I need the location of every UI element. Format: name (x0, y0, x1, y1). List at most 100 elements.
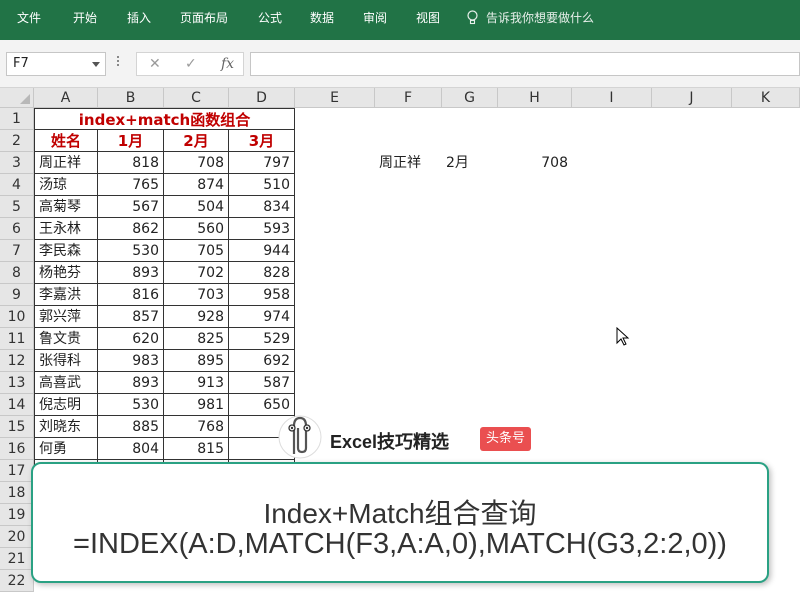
value-cell[interactable]: 560 (164, 218, 229, 240)
value-cell[interactable]: 895 (164, 350, 229, 372)
column-header-g[interactable]: G (442, 88, 498, 108)
name-cell[interactable]: 王永林 (34, 218, 98, 240)
column-header-h[interactable]: H (498, 88, 572, 108)
column-header-c[interactable]: C (164, 88, 229, 108)
lookup-name-cell[interactable]: 周正祥 (375, 152, 442, 174)
name-cell[interactable]: 高喜武 (34, 372, 98, 394)
name-cell[interactable]: 李民森 (34, 240, 98, 262)
column-header-k[interactable]: K (732, 88, 800, 108)
value-cell[interactable]: 874 (164, 174, 229, 196)
lookup-result-cell[interactable]: 708 (498, 152, 572, 174)
value-cell[interactable]: 944 (229, 240, 295, 262)
row-header-12[interactable]: 12 (0, 350, 34, 372)
value-cell[interactable]: 587 (229, 372, 295, 394)
tab-page-layout[interactable]: 页面布局 (180, 9, 228, 26)
row-header-2[interactable]: 2 (0, 130, 34, 152)
row-header-19[interactable]: 19 (0, 504, 34, 526)
row-header-14[interactable]: 14 (0, 394, 34, 416)
cancel-icon[interactable]: ✕ (149, 56, 161, 72)
name-cell[interactable]: 刘晓东 (34, 416, 98, 438)
value-cell[interactable]: 974 (229, 306, 295, 328)
lookup-month-cell[interactable]: 2月 (442, 152, 498, 174)
tab-formulas[interactable]: 公式 (258, 9, 282, 26)
name-cell[interactable]: 汤琼 (34, 174, 98, 196)
column-header-b[interactable]: B (98, 88, 164, 108)
tab-insert[interactable]: 插入 (127, 9, 151, 26)
column-header-j[interactable]: J (652, 88, 732, 108)
table-title[interactable]: index+match函数组合 (34, 108, 295, 130)
value-cell[interactable]: 818 (98, 152, 164, 174)
name-cell[interactable]: 李嘉洪 (34, 284, 98, 306)
name-cell[interactable]: 杨艳芬 (34, 262, 98, 284)
value-cell[interactable]: 530 (98, 394, 164, 416)
value-cell[interactable]: 708 (164, 152, 229, 174)
splitter-handle-icon[interactable] (117, 56, 119, 68)
value-cell[interactable]: 529 (229, 328, 295, 350)
value-cell[interactable]: 703 (164, 284, 229, 306)
value-cell[interactable]: 825 (164, 328, 229, 350)
value-cell[interactable]: 804 (98, 438, 164, 460)
row-header-18[interactable]: 18 (0, 482, 34, 504)
value-cell[interactable]: 692 (229, 350, 295, 372)
value-cell[interactable]: 981 (164, 394, 229, 416)
value-cell[interactable]: 928 (164, 306, 229, 328)
name-cell[interactable]: 高菊琴 (34, 196, 98, 218)
value-cell[interactable]: 567 (98, 196, 164, 218)
row-header-17[interactable]: 17 (0, 460, 34, 482)
enter-icon[interactable]: ✓ (185, 56, 197, 72)
column-title-cell[interactable]: 2月 (164, 130, 229, 152)
value-cell[interactable]: 765 (98, 174, 164, 196)
value-cell[interactable]: 510 (229, 174, 295, 196)
row-header-11[interactable]: 11 (0, 328, 34, 350)
value-cell[interactable]: 893 (98, 372, 164, 394)
chevron-down-icon[interactable] (92, 62, 100, 67)
value-cell[interactable]: 893 (98, 262, 164, 284)
row-header-7[interactable]: 7 (0, 240, 34, 262)
row-header-6[interactable]: 6 (0, 218, 34, 240)
row-header-16[interactable]: 16 (0, 438, 34, 460)
row-header-4[interactable]: 4 (0, 174, 34, 196)
column-header-i[interactable]: I (572, 88, 652, 108)
row-header-22[interactable]: 22 (0, 570, 34, 592)
row-header-9[interactable]: 9 (0, 284, 34, 306)
value-cell[interactable]: 702 (164, 262, 229, 284)
value-cell[interactable]: 815 (164, 438, 229, 460)
row-header-10[interactable]: 10 (0, 306, 34, 328)
value-cell[interactable]: 857 (98, 306, 164, 328)
tab-data[interactable]: 数据 (310, 9, 334, 26)
formula-input[interactable] (250, 52, 800, 76)
value-cell[interactable]: 862 (98, 218, 164, 240)
value-cell[interactable]: 593 (229, 218, 295, 240)
column-title-cell[interactable]: 姓名 (34, 130, 98, 152)
select-all-corner[interactable] (0, 88, 34, 108)
column-header-a[interactable]: A (34, 88, 98, 108)
row-header-13[interactable]: 13 (0, 372, 34, 394)
value-cell[interactable]: 705 (164, 240, 229, 262)
row-header-3[interactable]: 3 (0, 152, 34, 174)
name-cell[interactable]: 倪志明 (34, 394, 98, 416)
row-header-20[interactable]: 20 (0, 526, 34, 548)
column-header-e[interactable]: E (295, 88, 375, 108)
value-cell[interactable]: 530 (98, 240, 164, 262)
value-cell[interactable]: 768 (164, 416, 229, 438)
column-title-cell[interactable]: 1月 (98, 130, 164, 152)
value-cell[interactable]: 885 (98, 416, 164, 438)
name-cell[interactable]: 周正祥 (34, 152, 98, 174)
fx-icon[interactable]: fx (221, 56, 234, 72)
row-header-5[interactable]: 5 (0, 196, 34, 218)
value-cell[interactable]: 816 (98, 284, 164, 306)
row-header-1[interactable]: 1 (0, 108, 34, 130)
row-header-15[interactable]: 15 (0, 416, 34, 438)
tab-review[interactable]: 审阅 (363, 9, 387, 26)
column-header-f[interactable]: F (375, 88, 442, 108)
name-cell[interactable]: 何勇 (34, 438, 98, 460)
tab-home[interactable]: 开始 (73, 9, 97, 26)
value-cell[interactable]: 828 (229, 262, 295, 284)
value-cell[interactable]: 958 (229, 284, 295, 306)
value-cell[interactable]: 504 (164, 196, 229, 218)
value-cell[interactable]: 983 (98, 350, 164, 372)
name-box[interactable]: F7 (6, 52, 106, 76)
row-header-21[interactable]: 21 (0, 548, 34, 570)
name-cell[interactable]: 张得科 (34, 350, 98, 372)
row-header-8[interactable]: 8 (0, 262, 34, 284)
